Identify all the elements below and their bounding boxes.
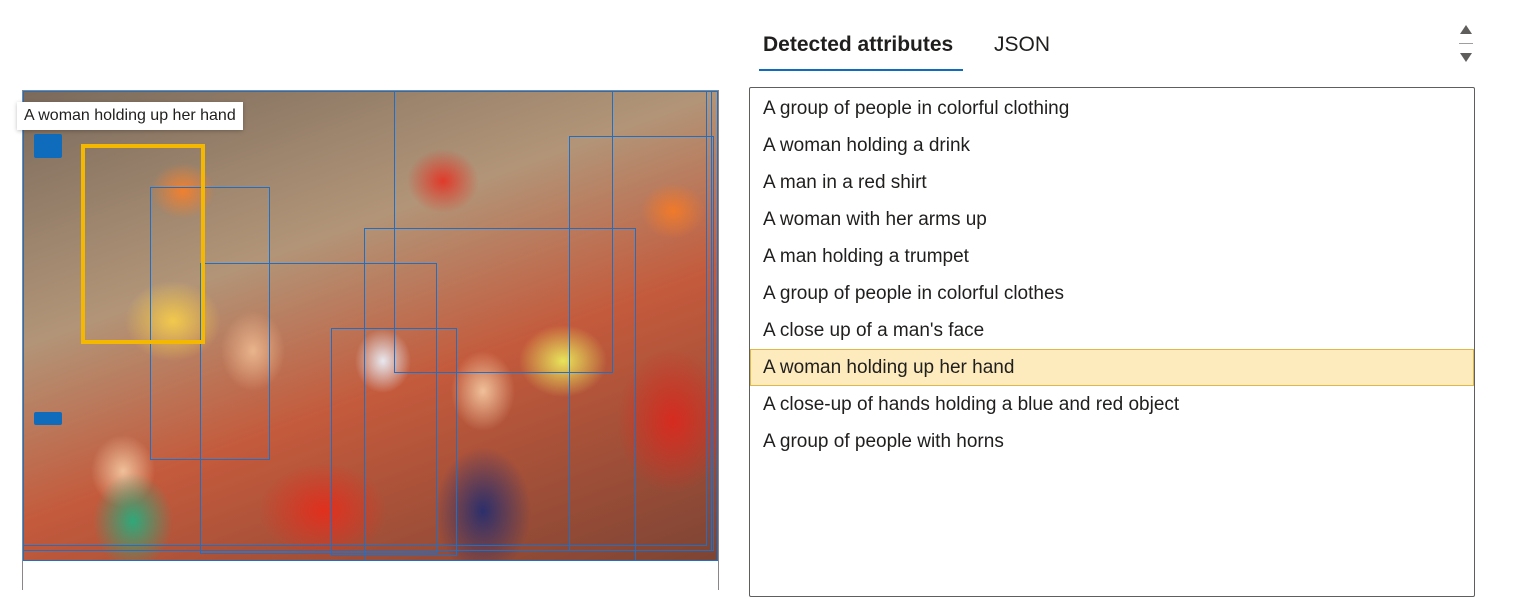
list-item[interactable]: A group of people in colorful clothes xyxy=(750,275,1474,312)
list-item[interactable]: A close up of a man's face xyxy=(750,312,1474,349)
drag-handle-middle[interactable] xyxy=(34,412,62,425)
list-item[interactable]: A group of people with horns xyxy=(750,423,1474,460)
list-item[interactable]: A man holding a trumpet xyxy=(750,238,1474,275)
tab-scroll-control[interactable] xyxy=(1456,20,1476,66)
image-panel xyxy=(22,90,719,590)
list-item[interactable]: A woman with her arms up xyxy=(750,201,1474,238)
crowd-photo xyxy=(23,91,718,561)
bbox-tooltip: A woman holding up her hand xyxy=(17,102,243,130)
scroll-divider xyxy=(1459,43,1473,44)
detected-attributes-list: A group of people in colorful clothing A… xyxy=(749,87,1475,597)
list-item[interactable]: A group of people in colorful clothing xyxy=(750,90,1474,127)
scroll-up-arrow-icon[interactable] xyxy=(1460,25,1472,34)
list-item-highlighted[interactable]: A woman holding up her hand xyxy=(750,349,1474,386)
drag-handle-top[interactable] xyxy=(34,134,62,158)
tab-detected-attributes[interactable]: Detected attributes xyxy=(763,28,953,70)
list-item[interactable]: A woman holding a drink xyxy=(750,127,1474,164)
list-item[interactable]: A man in a red shirt xyxy=(750,164,1474,201)
list-item[interactable]: A close-up of hands holding a blue and r… xyxy=(750,386,1474,423)
tab-json[interactable]: JSON xyxy=(994,28,1050,70)
scroll-down-arrow-icon[interactable] xyxy=(1460,53,1472,62)
bbox-woman-hand-selected[interactable] xyxy=(81,144,205,344)
tab-selected-underline xyxy=(759,69,963,71)
